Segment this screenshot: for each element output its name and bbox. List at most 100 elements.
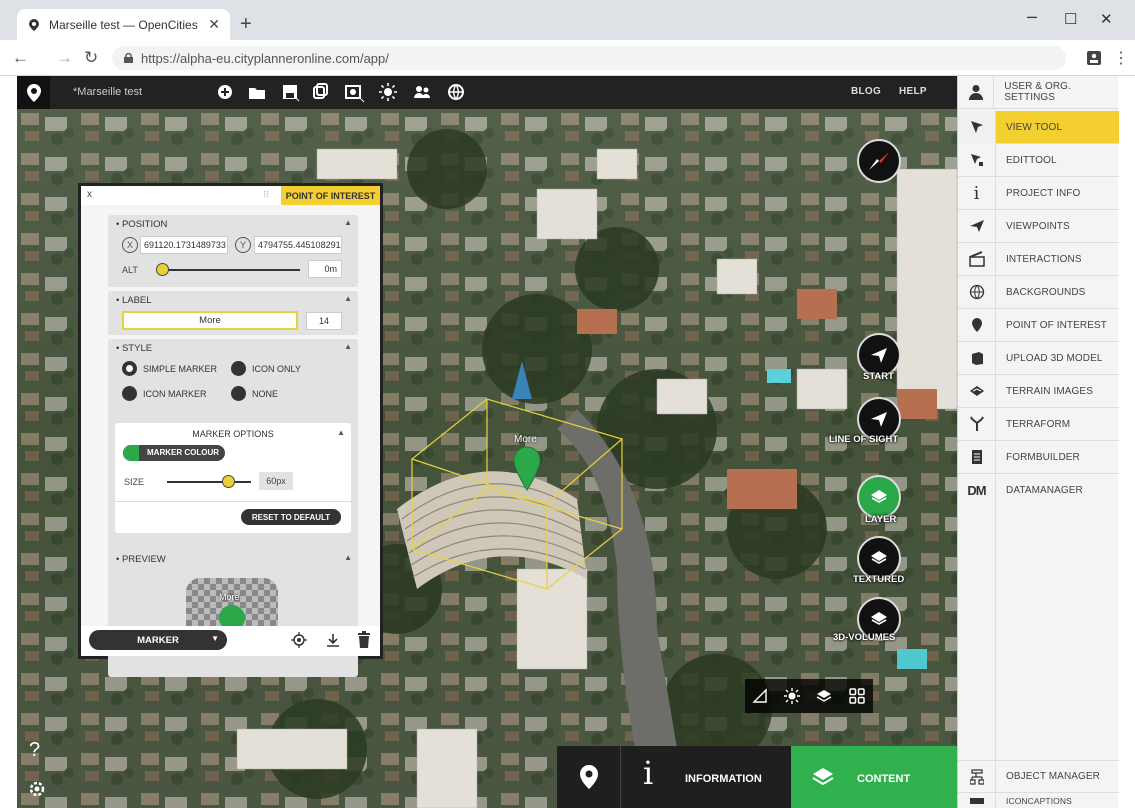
sidebar-item-user-settings[interactable]: USER & ORG. SETTINGS <box>958 75 1119 109</box>
app-logo-icon[interactable] <box>17 76 50 109</box>
browser-menu-icon[interactable]: ⋮ <box>1113 48 1129 68</box>
sidebar-item-viewpoints[interactable]: VIEWPOINTS <box>958 209 1119 243</box>
dropdown-caret-icon: ▼ <box>211 634 219 643</box>
right-sidebar: USER & ORG. SETTINGS VIEW TOOL EDITTOOL … <box>957 75 1119 808</box>
sidebar-item-terraform[interactable]: TERRAFORM <box>958 407 1119 441</box>
none-radio[interactable] <box>231 386 246 401</box>
add-circle-icon[interactable] <box>214 81 236 103</box>
alt-slider-handle[interactable] <box>156 263 169 276</box>
sidebar-item-edittool[interactable]: EDITTOOL <box>958 143 1119 177</box>
paper-plane-icon <box>871 412 887 427</box>
collapse-caret-icon[interactable]: ▲ <box>344 342 352 351</box>
download-icon[interactable] <box>325 632 341 648</box>
sidebar-item-project-info[interactable]: i PROJECT INFO <box>958 176 1119 210</box>
help-link[interactable]: HELP <box>899 86 927 97</box>
collapse-caret-icon[interactable]: ▲ <box>344 553 352 562</box>
drag-handle-icon[interactable]: ⁝⁝ <box>263 189 269 200</box>
measure-angle-icon[interactable] <box>752 688 768 704</box>
size-slider-track[interactable] <box>167 481 251 483</box>
label-size-field[interactable]: 14 <box>306 312 342 330</box>
label-heading[interactable]: • LABEL ▲ <box>108 291 358 309</box>
sidebar-item-backgrounds[interactable]: BACKGROUNDS <box>958 275 1119 309</box>
dropdown-value: MARKER <box>137 634 179 646</box>
help-question-icon[interactable]: ? <box>29 739 40 762</box>
size-slider-handle[interactable] <box>222 475 235 488</box>
sidebar-item-terrain-images[interactable]: TERRAIN IMAGES <box>958 374 1119 408</box>
url-field[interactable]: https://alpha-eu.cityplanneronline.com/a… <box>112 46 1066 70</box>
marker-colour-swatch <box>123 445 139 461</box>
close-tab-icon[interactable]: ✕ <box>208 16 220 33</box>
marker-label: More <box>514 434 537 445</box>
layer-button[interactable] <box>857 475 901 519</box>
simple-marker-radio[interactable] <box>122 361 137 376</box>
copy-icon[interactable] <box>309 81 331 103</box>
alt-slider-track[interactable] <box>160 269 300 271</box>
layers-icon <box>812 768 834 786</box>
gear-icon[interactable] <box>27 779 47 799</box>
marker-type-dropdown[interactable]: MARKER ▼ <box>89 630 227 650</box>
layers-stack-icon[interactable] <box>815 687 833 705</box>
compass-button[interactable] <box>857 139 901 183</box>
back-arrow-icon[interactable]: ← <box>12 48 29 68</box>
y-coordinate-field[interactable]: 4794755.445108291 <box>254 236 342 254</box>
preview-heading[interactable]: • PREVIEW ▲ <box>108 550 358 568</box>
label-section: • LABEL ▲ More 14 <box>108 291 358 335</box>
information-label: INFORMATION <box>685 773 762 785</box>
reload-icon[interactable]: ↻ <box>84 48 98 68</box>
sidebar-item-interactions[interactable]: INTERACTIONS <box>958 242 1119 276</box>
sidebar-item-point-of-interest[interactable]: POINT OF INTEREST <box>958 308 1119 342</box>
marker-colour-button[interactable]: MARKER COLOUR <box>123 445 225 461</box>
forward-arrow-icon[interactable]: → <box>56 48 73 68</box>
style-heading[interactable]: • STYLE ▲ <box>108 339 358 357</box>
info-icon: i <box>973 182 980 204</box>
blog-link[interactable]: BLOG <box>851 86 881 97</box>
collapse-caret-icon[interactable]: ▲ <box>337 428 345 437</box>
sun-icon[interactable] <box>377 81 399 103</box>
browser-tab[interactable]: Marseille test — OpenCities Plan ✕ <box>17 9 230 40</box>
extension-icon[interactable] <box>1087 49 1101 65</box>
none-label: NONE <box>252 389 279 399</box>
poi-pin-button[interactable] <box>557 746 621 808</box>
screenshot-icon[interactable] <box>343 81 365 103</box>
icon-only-radio[interactable] <box>231 361 246 376</box>
marker-options-heading: MARKER OPTIONS <box>192 429 274 439</box>
sidebar-item-upload-3d-model[interactable]: UPLOAD 3D MODEL <box>958 341 1119 375</box>
sidebar-item-label: ICONCAPTIONS <box>1006 795 1072 806</box>
map-pin-icon <box>971 318 982 332</box>
sidebar-item-object-manager[interactable]: OBJECT MANAGER <box>958 760 1119 793</box>
sidebar-item-view-tool[interactable]: VIEW TOOL <box>958 110 1119 144</box>
label-text-field[interactable]: More <box>122 311 298 330</box>
size-value-field[interactable]: 60px <box>259 472 293 490</box>
close-window-icon[interactable]: ✕ <box>1100 10 1113 28</box>
close-panel-icon[interactable]: x <box>87 189 92 200</box>
x-coordinate-field[interactable]: 691120.1731489733 <box>140 236 228 254</box>
users-icon[interactable] <box>411 81 433 103</box>
grid-icon[interactable] <box>848 687 866 705</box>
browser-tab-strip: Marseille test — OpenCities Plan ✕ + – ☐… <box>0 0 1135 40</box>
new-tab-button[interactable]: + <box>240 13 252 36</box>
information-button[interactable]: i INFORMATION <box>621 746 791 808</box>
sidebar-item-iconcaptions[interactable]: ICONCAPTIONS <box>958 793 1119 808</box>
sun-icon[interactable] <box>783 687 801 705</box>
app-toolbar: *Marseille test BLOG HELP <box>17 76 957 109</box>
globe-settings-icon[interactable] <box>445 81 467 103</box>
map-marker-pin-icon[interactable] <box>511 445 543 493</box>
position-heading[interactable]: • POSITION ▲ <box>108 215 358 233</box>
locate-target-icon[interactable] <box>291 632 307 648</box>
reset-to-default-button[interactable]: RESET TO DEFAULT <box>241 509 341 525</box>
collapse-caret-icon[interactable]: ▲ <box>344 218 352 227</box>
save-icon[interactable] <box>279 81 301 103</box>
icon-marker-label: ICON MARKER <box>143 389 207 399</box>
sidebar-item-formbuilder[interactable]: FORMBUILDER <box>958 440 1119 474</box>
maximize-icon[interactable]: ☐ <box>1064 10 1077 28</box>
open-folder-icon[interactable] <box>246 81 268 103</box>
icon-marker-radio[interactable] <box>122 386 137 401</box>
alt-value-field[interactable]: 0m <box>308 260 342 278</box>
collapse-caret-icon[interactable]: ▲ <box>344 294 352 303</box>
sidebar-item-label: USER & ORG. SETTINGS <box>1004 81 1071 103</box>
content-button[interactable]: CONTENT <box>791 746 957 808</box>
minimize-icon[interactable]: – <box>1027 6 1037 27</box>
layers-icon <box>871 490 887 503</box>
trash-icon[interactable] <box>357 631 371 648</box>
sidebar-item-datamanager[interactable]: DM DATAMANAGER <box>958 474 1119 507</box>
